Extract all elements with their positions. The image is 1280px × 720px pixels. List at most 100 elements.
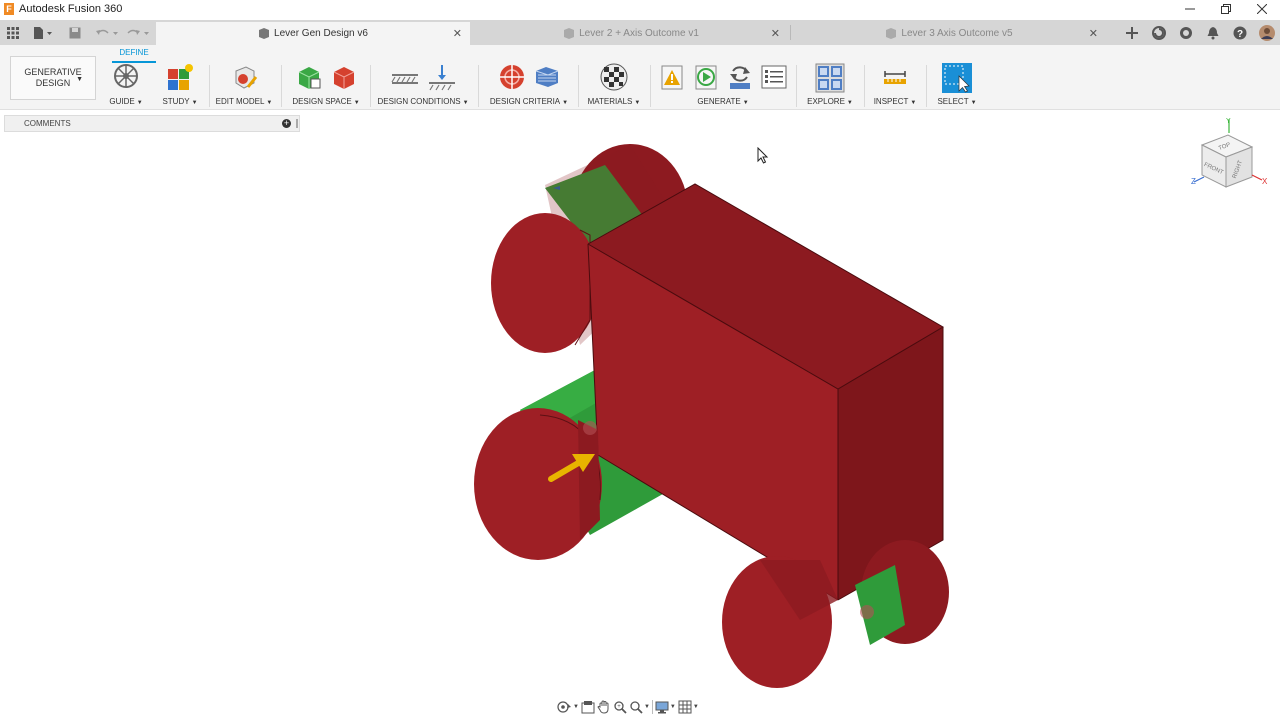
group-label: SELECT [937, 97, 969, 106]
dropdown-icon: ▼ [692, 704, 699, 710]
axis-x-label: X [1262, 177, 1268, 186]
app-title: Autodesk Fusion 360 [19, 3, 123, 15]
dropdown-icon: ▼ [562, 100, 569, 106]
plus-icon [1125, 27, 1138, 39]
tab-lever-gen-design[interactable]: Lever Gen Design v6 ✕ [156, 22, 470, 45]
inspect-group[interactable]: INSPECT ▼ [870, 63, 920, 107]
pan-button[interactable] [597, 698, 611, 716]
design-doc-icon [259, 28, 270, 39]
grid-settings-button[interactable]: ▼ [678, 698, 699, 716]
ribbon-separator [578, 65, 579, 107]
group-label: INSPECT [873, 97, 909, 106]
dropdown-icon: ▼ [191, 100, 198, 106]
redo-button[interactable] [124, 23, 152, 43]
ribbon-separator [864, 65, 865, 107]
file-icon [34, 27, 52, 39]
group-label: GUIDE [109, 97, 135, 106]
zoom-fit-icon [630, 701, 643, 714]
dropdown-icon: ▼ [353, 100, 360, 106]
mouse-cursor-icon [757, 147, 769, 164]
zoom-icon: + [614, 701, 627, 714]
workspace-line1: GENERATIVE [24, 67, 82, 77]
dropdown-icon: ▼ [573, 704, 579, 710]
help-button[interactable]: ? [1226, 23, 1253, 43]
file-menu-button[interactable] [31, 23, 55, 43]
pre-check-icon [661, 65, 683, 90]
design-conditions-group[interactable]: DESIGN CONDITIONS ▼ [376, 63, 470, 107]
fit-button[interactable]: ▼ [629, 698, 650, 716]
guide-wheel-icon [114, 64, 138, 88]
title-bar: F Autodesk Fusion 360 [0, 0, 1280, 18]
design-doc-icon [886, 28, 897, 39]
close-window-button[interactable] [1244, 0, 1280, 18]
svg-text:?: ? [1236, 29, 1242, 40]
save-icon [69, 27, 81, 39]
study-materials-icon [600, 63, 628, 91]
ribbon-separator [281, 65, 282, 107]
user-avatar-button[interactable] [1253, 23, 1280, 43]
constraint-glyph [860, 605, 874, 619]
dropdown-icon: ▼ [970, 100, 977, 106]
study-group[interactable]: STUDY ▼ [157, 63, 203, 107]
look-at-icon [581, 701, 595, 714]
dropdown-icon: ▼ [910, 100, 917, 106]
lever-model[interactable] [0, 111, 1280, 720]
fusion-logo-icon: F [4, 3, 14, 15]
document-tab-bar: Lever Gen Design v6 ✕ Lever 2 + Axis Out… [0, 20, 1280, 45]
new-study-icon [168, 64, 193, 90]
structural-constraint-icon [390, 74, 418, 84]
notifications-button[interactable] [1199, 23, 1226, 43]
close-tab-icon[interactable]: ✕ [771, 27, 780, 40]
display-settings-button[interactable]: ▼ [655, 698, 676, 716]
explore-outcomes-icon [815, 63, 845, 93]
disc-rim [578, 420, 600, 540]
materials-group[interactable]: MATERIALS ▼ [584, 63, 644, 107]
ribbon-separator [926, 65, 927, 107]
explore-group[interactable]: EXPLORE ▼ [802, 63, 858, 107]
group-label: STUDY [162, 97, 190, 106]
redo-icon [127, 29, 149, 35]
svg-text:+: + [617, 704, 621, 710]
restore-button[interactable] [1208, 0, 1244, 18]
viewcube-widget[interactable]: Y TOP FRONT RIGHT Z X [1190, 115, 1270, 200]
guide-group[interactable]: GUIDE ▼ [106, 63, 146, 107]
design-doc-icon [564, 28, 575, 39]
orbit-button[interactable]: ▼ [556, 698, 579, 716]
ribbon-separator [370, 65, 371, 107]
edit-model-group[interactable]: EDIT MODEL ▼ [214, 63, 274, 107]
tab-lever-3-axis-outcome[interactable]: Lever 3 Axis Outcome v5 ✕ [792, 22, 1106, 45]
workspace-switcher[interactable]: GENERATIVE DESIGN ▼ [10, 56, 96, 100]
axis-z-label: Z [1191, 177, 1196, 186]
objectives-icon [499, 65, 524, 89]
look-at-button[interactable] [581, 698, 595, 716]
design-criteria-group[interactable]: DESIGN CRITERIA ▼ [486, 63, 572, 107]
tab-separator [790, 25, 791, 40]
monitor-icon [655, 701, 669, 714]
nav-separator [651, 700, 653, 714]
close-tab-icon[interactable]: ✕ [1089, 27, 1098, 40]
extensions-button[interactable] [1172, 23, 1199, 43]
undo-icon [96, 29, 118, 35]
data-panel-button[interactable] [5, 23, 21, 43]
constraint-glyph [583, 421, 597, 435]
zoom-button[interactable]: + [613, 698, 627, 716]
dropdown-icon: ▼ [76, 76, 83, 83]
tab-lever-2-axis-outcome[interactable]: Lever 2 + Axis Outcome v1 ✕ [474, 22, 788, 45]
grid-layout-icon [678, 700, 692, 714]
ribbon-separator [650, 65, 651, 107]
save-button[interactable] [67, 23, 83, 43]
design-space-group[interactable]: DESIGN SPACE ▼ [286, 63, 366, 107]
workspace-line2: DESIGN [35, 78, 71, 88]
undo-button[interactable] [93, 23, 121, 43]
minimize-button[interactable] [1172, 0, 1208, 18]
bell-icon [1207, 27, 1218, 40]
header-right-icons: ? [1118, 23, 1280, 43]
generate-group[interactable]: GENERATE ▼ [656, 63, 790, 107]
select-group[interactable]: SELECT ▼ [932, 63, 982, 107]
close-tab-icon[interactable]: ✕ [453, 27, 462, 40]
new-tab-button[interactable] [1118, 23, 1145, 43]
manufacturing-icon [535, 67, 558, 87]
job-status-button[interactable] [1145, 23, 1172, 43]
study-settings-icon [761, 65, 787, 89]
group-label: EXPLORE [807, 97, 845, 106]
